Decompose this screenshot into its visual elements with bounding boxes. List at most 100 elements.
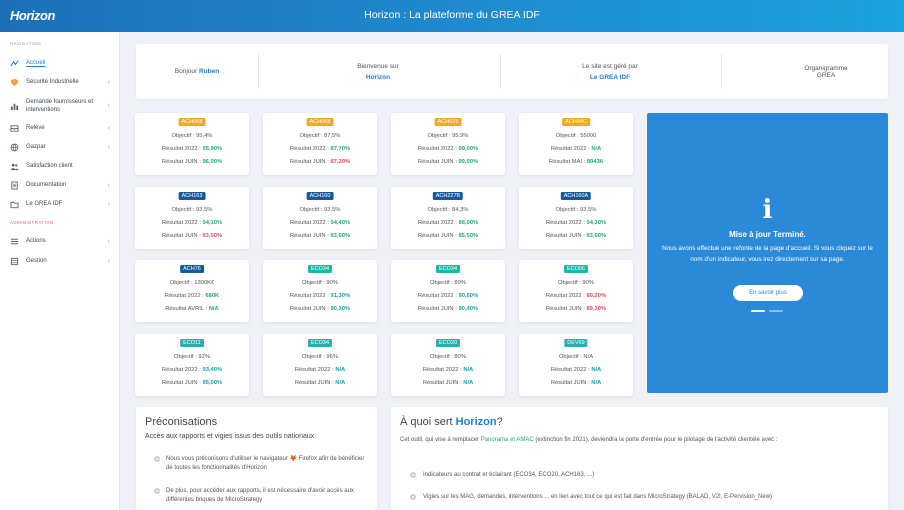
- users-icon: [10, 162, 19, 171]
- indicator-code-badge[interactable]: ACH160A: [560, 192, 592, 200]
- indicator-code-badge[interactable]: ECO20: [435, 339, 461, 347]
- result-value: 89,30%: [586, 306, 607, 312]
- result-value: 85,50%: [458, 233, 479, 239]
- indicator-code-badge[interactable]: ACH94C: [562, 118, 590, 126]
- indicator-result-year: Résultat 2022 : N/A: [263, 367, 377, 373]
- org-line1: Organigramme: [804, 64, 848, 72]
- indicator-code-badge[interactable]: ACH025: [434, 118, 462, 126]
- learn-more-button[interactable]: En savoir plus: [733, 285, 803, 301]
- indicator-result-year: Résultat 2022 : 94,30%: [519, 220, 633, 226]
- sidebar-item-securite[interactable]: Sécurité Industrielle ‹: [10, 74, 114, 90]
- indicator-card[interactable]: ACH068 Objectif : 87,5% Résultat 2022 : 87…: [263, 113, 377, 175]
- indicator-card[interactable]: ACH068 Objectif : 95,4% Résultat 2022 : 95…: [135, 113, 249, 175]
- sidebar-item-demande[interactable]: Demande fournisseurs et interventions ‹: [10, 95, 114, 117]
- indicator-card[interactable]: ACH227B Objectif : 84,3% Résultat 2022 : 8…: [391, 187, 505, 249]
- info-title: Mise à jour Terminé.: [729, 230, 806, 239]
- result-label: Résultat JUIN :: [289, 233, 331, 239]
- result-label: Résultat JUIN :: [417, 159, 459, 165]
- sidebar-item-gazpar[interactable]: Gazpar ‹: [10, 139, 114, 155]
- result-label: Résultat JUIN :: [289, 306, 331, 312]
- sidebar-item-releve[interactable]: Relève ‹: [10, 120, 114, 136]
- sidebar: NAVIGATION Accueil Sécurité Industrielle…: [0, 32, 120, 510]
- carousel-indicator[interactable]: [751, 310, 785, 313]
- chevron-left-icon: ‹: [107, 124, 110, 132]
- panorama-link[interactable]: Panorama et AMAC: [481, 437, 534, 443]
- indicator-code-badge[interactable]: ACH160: [306, 192, 334, 200]
- sidebar-item-label: Documentation: [26, 182, 67, 188]
- result-value: N/A: [463, 380, 474, 386]
- indicator-objective: Objectif : 92%: [173, 354, 211, 360]
- indicator-card[interactable]: ACH76 Objectif : 1300K€ Résultat 2022 : 68…: [135, 260, 249, 322]
- indicator-code-badge[interactable]: ACH068: [178, 118, 206, 126]
- indicator-code-badge[interactable]: ECO11: [180, 339, 204, 347]
- indicator-card[interactable]: ECO34 Objectif : 90% Résultat 2022 : 91,30…: [263, 260, 377, 322]
- indicator-card[interactable]: ACH025 Objectif : 95,9% Résultat 2022 : 99…: [391, 113, 505, 175]
- indicator-card[interactable]: ECO06 Objectif : 90% Résultat 2022 : 89,20…: [519, 260, 633, 322]
- org-chart-link[interactable]: Organigramme GREA: [721, 44, 904, 99]
- result-value: N/A: [591, 367, 602, 373]
- sidebar-item-actions[interactable]: Actions ‹: [10, 233, 114, 249]
- chevron-left-icon: ‹: [107, 257, 110, 265]
- indicator-objective: Objectif : 95,4%: [171, 133, 213, 139]
- indicator-objective: Objectif : 1300K€: [169, 280, 215, 286]
- indicator-card[interactable]: ECO11 Objectif : 92% Résultat 2022 : 93,40…: [135, 334, 249, 396]
- indicator-objective: Objectif : 93,5%: [555, 207, 597, 213]
- managed-by-link[interactable]: Le GREA IDF: [590, 74, 630, 81]
- greeting-text: Bonjour: [174, 68, 198, 75]
- indicator-objective: Objectif : 93,5%: [299, 207, 341, 213]
- indicator-card[interactable]: ECO20 Objectif : 80% Résultat 2022 : N/A Ré…: [391, 334, 505, 396]
- org-line2: GREA: [816, 71, 836, 79]
- bullet-icon: [154, 488, 160, 494]
- indicator-result-month: Résultat JUIN : 89,30%: [519, 306, 633, 312]
- carousel-dot[interactable]: [769, 310, 783, 312]
- indicator-code-badge[interactable]: DEV69: [564, 339, 588, 347]
- indicator-card[interactable]: ACH94C Objectif : 55000 Résultat 2022 : N/…: [519, 113, 633, 175]
- update-info-panel: i Mise à jour Terminé. Nous avons effect…: [647, 113, 888, 393]
- indicator-code-badge[interactable]: ACH76: [180, 265, 204, 273]
- result-value: N/A: [591, 146, 602, 152]
- indicator-result-month: Résultat AVRIL : N/A: [135, 306, 249, 312]
- indicator-objective: Objectif : 87,5%: [299, 133, 341, 139]
- sidebar-item-label: Gestion: [26, 258, 47, 264]
- indicator-result-year: Résultat 2022 : 91,30%: [263, 293, 377, 299]
- indicator-card[interactable]: ACH163 Objectif : 93,5% Résultat 2022 : 94…: [135, 187, 249, 249]
- indicator-card[interactable]: ACH160A Objectif : 93,5% Résultat 2022 : 9…: [519, 187, 633, 249]
- sidebar-item-gestion[interactable]: Gestion ‹: [10, 253, 114, 269]
- result-label: Résultat JUIN :: [289, 159, 331, 165]
- result-label: Résultat JUIN :: [294, 380, 336, 386]
- result-value: 99,00%: [458, 146, 479, 152]
- indicator-result-year: Résultat 2022 : 86,00%: [391, 220, 505, 226]
- indicator-code-badge[interactable]: ECO34: [307, 265, 333, 273]
- result-label: Résultat JUIN :: [417, 306, 459, 312]
- indicator-card[interactable]: ECO34 Objectif : 89% Résultat 2022 : 90,50…: [391, 260, 505, 322]
- indicator-card[interactable]: ACH160 Objectif : 93,5% Résultat 2022 : 94…: [263, 187, 377, 249]
- bullet-icon: [154, 456, 160, 462]
- indicator-result-year: Résultat 2022 : 89,20%: [519, 293, 633, 299]
- indicator-code-badge[interactable]: ACH227B: [432, 192, 464, 200]
- result-value: 94,40%: [330, 220, 351, 226]
- indicator-code-badge[interactable]: ECO34: [307, 339, 333, 347]
- result-label: Résultat 2022 :: [550, 146, 592, 152]
- indicator-card[interactable]: ECO34 Objectif : 96% Résultat 2022 : N/A Ré…: [263, 334, 377, 396]
- welcome-app: Bienvenue sur Horizon: [258, 44, 498, 99]
- indicator-code-badge[interactable]: ACH068: [306, 118, 334, 126]
- carousel-dot-active[interactable]: [751, 310, 765, 312]
- chevron-left-icon: ‹: [107, 237, 110, 245]
- indicator-card[interactable]: DEV69 Objectif : N/A Résultat 2022 : N/A Ré…: [519, 334, 633, 396]
- sidebar-item-accueil[interactable]: Accueil: [10, 55, 114, 71]
- indicator-code-badge[interactable]: ECO34: [435, 265, 461, 273]
- menu-icon: [10, 237, 19, 246]
- sidebar-item-grea[interactable]: Le GREA IDF ‹: [10, 196, 114, 212]
- indicator-result-month: Résultat JUIN : 90,40%: [391, 306, 505, 312]
- welcome-line: Bienvenue sur: [357, 62, 399, 70]
- indicator-objective: Objectif : 90%: [301, 280, 339, 286]
- indicator-code-badge[interactable]: ACH163: [178, 192, 206, 200]
- intro-end: (extinction fin 2021), deviendra la port…: [533, 437, 778, 443]
- sidebar-item-documentation[interactable]: Documentation ‹: [10, 177, 114, 193]
- indicator-code-badge[interactable]: ECO06: [563, 265, 589, 273]
- result-value: 87,70%: [330, 146, 351, 152]
- result-label: Résultat 2022 :: [289, 146, 331, 152]
- folder-icon: [10, 200, 19, 209]
- sidebar-item-satisfaction[interactable]: Satisfaction client: [10, 158, 114, 174]
- result-value: 90,30%: [330, 306, 351, 312]
